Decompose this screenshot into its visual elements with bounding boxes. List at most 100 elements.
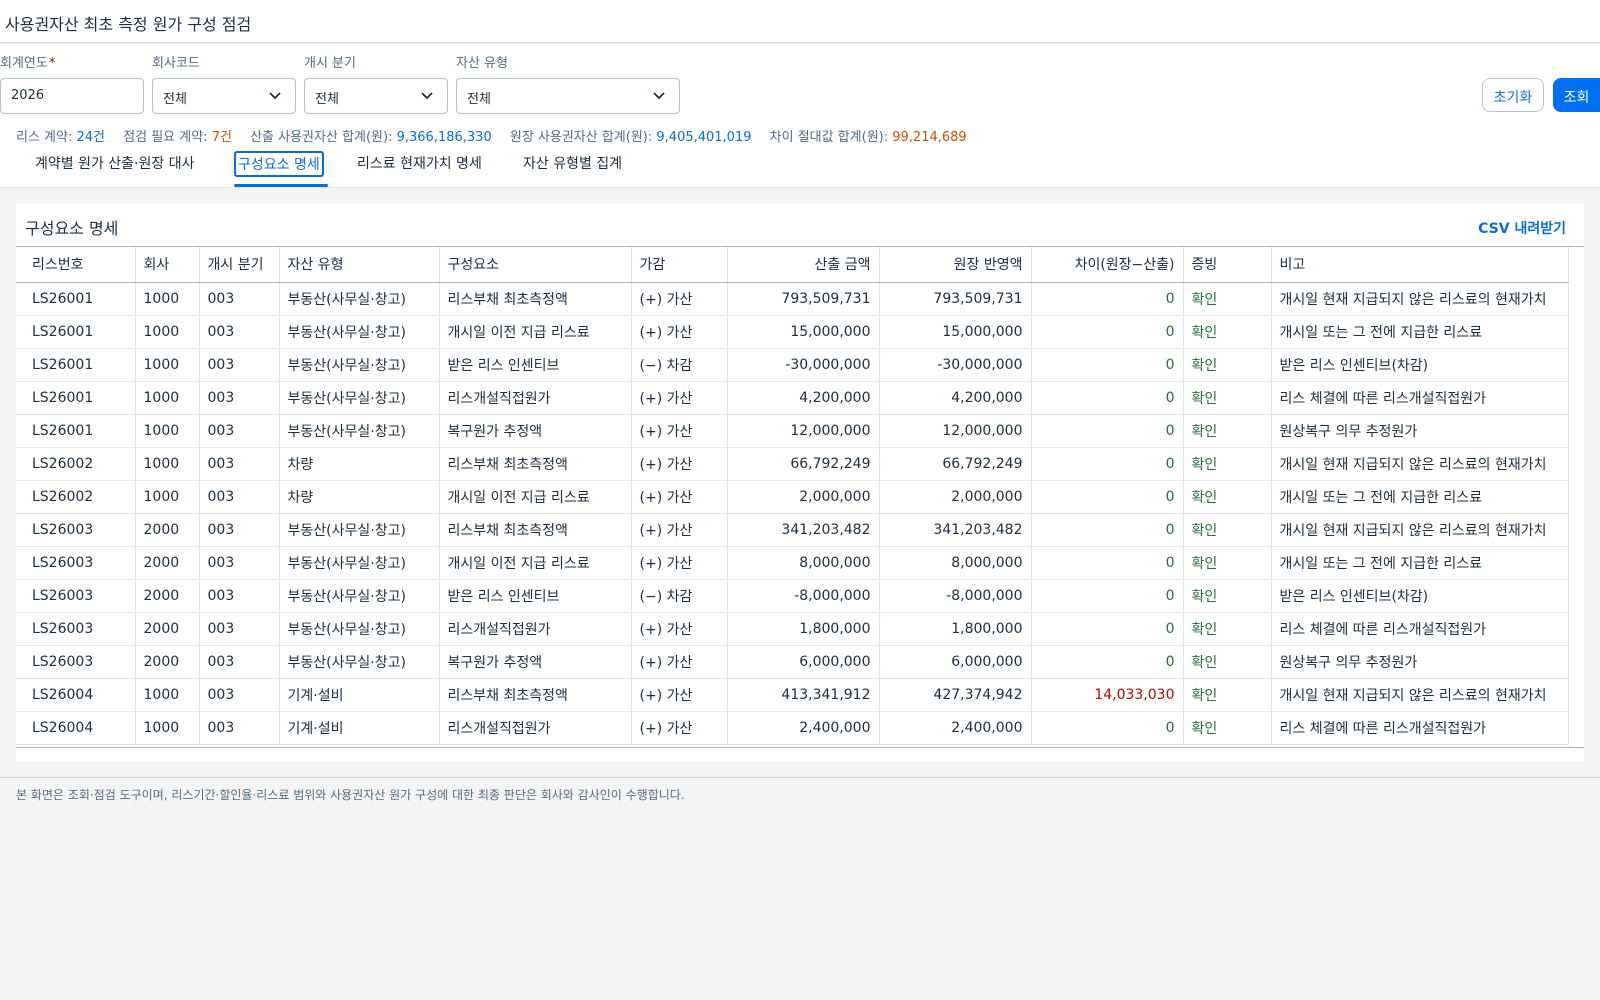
title-bar: 사용권자산 최초 측정 원가 구성 점검 — [0, 0, 1600, 43]
cell-sign: (−) 차감 — [631, 348, 728, 382]
col-header-lease-no[interactable]: 리스번호 — [16, 247, 136, 283]
tab-contract-reconciliation[interactable]: 계약별 원가 산출·원장 대사 — [35, 153, 194, 173]
cell-diff-amount: 0 — [1031, 513, 1184, 547]
table-row[interactable]: LS26001 1000 003 부동산(사무실·창고) 받은 리스 인센티브 (−) 차… — [16, 348, 1569, 382]
cell-computed-amount: 8,000,000 — [727, 546, 880, 580]
table-row[interactable]: LS26003 2000 003 부동산(사무실·창고) 리스부채 최초측정액 (+) 가… — [16, 513, 1569, 547]
cell-evidence: 확인 — [1183, 381, 1272, 415]
cell-quarter: 003 — [199, 282, 280, 316]
table-row[interactable]: LS26003 2000 003 부동산(사무실·창고) 개시일 이전 지급 리스료 (+… — [16, 546, 1569, 580]
filter-asset-type-label: 자산 유형 — [456, 56, 508, 71]
cell-company: 1000 — [135, 711, 200, 745]
cell-ledger-amount: 15,000,000 — [879, 315, 1032, 349]
cell-quarter: 003 — [199, 612, 280, 646]
year-input[interactable]: 2026 — [0, 78, 144, 114]
cell-lease-no: LS26003 — [16, 612, 136, 646]
col-header-computed[interactable]: 산출 금액 — [727, 247, 880, 283]
cell-asset-type: 기계·설비 — [279, 678, 440, 712]
col-header-company[interactable]: 회사 — [135, 247, 200, 283]
chevron-down-icon — [653, 92, 665, 100]
cell-component: 리스개설직접원가 — [439, 381, 632, 415]
cell-lease-no: LS26004 — [16, 711, 136, 745]
col-header-diff[interactable]: 차이(원장−산출) — [1031, 247, 1184, 283]
cell-quarter: 003 — [199, 579, 280, 613]
cell-sign: (−) 차감 — [631, 579, 728, 613]
cell-component: 리스부채 최초측정액 — [439, 513, 632, 547]
cell-asset-type: 부동산(사무실·창고) — [279, 612, 440, 646]
cell-ledger-amount: 2,000,000 — [879, 480, 1032, 514]
cell-sign: (+) 가산 — [631, 711, 728, 745]
cell-ledger-amount: 8,000,000 — [879, 546, 1032, 580]
cell-asset-type: 차량 — [279, 480, 440, 514]
cell-asset-type: 부동산(사무실·창고) — [279, 414, 440, 448]
col-header-ledger[interactable]: 원장 반영액 — [879, 247, 1032, 283]
table-row[interactable]: LS26002 1000 003 차량 리스부채 최초측정액 (+) 가산 66,792,2… — [16, 447, 1569, 481]
cell-evidence: 확인 — [1183, 711, 1272, 745]
cell-evidence: 확인 — [1183, 414, 1272, 448]
footer-note: 본 화면은 조회·점검 도구이며, 리스기간·할인율·리스료 범위와 사용권자산… — [0, 777, 1600, 811]
col-header-quarter[interactable]: 개시 분기 — [199, 247, 280, 283]
company-select-value: 전체 — [163, 92, 187, 107]
cell-company: 1000 — [135, 282, 200, 316]
cell-diff-amount: 0 — [1031, 381, 1184, 415]
cell-quarter: 003 — [199, 480, 280, 514]
cell-ledger-amount: -8,000,000 — [879, 579, 1032, 613]
cell-evidence: 확인 — [1183, 513, 1272, 547]
chevron-down-icon — [269, 92, 281, 100]
summary-contracts: 리스 계약: 24건 — [16, 130, 106, 145]
cell-note: 리스 체결에 따른 리스개설직접원가 — [1271, 381, 1569, 415]
cell-ledger-amount: 2,400,000 — [879, 711, 1032, 745]
cell-note: 개시일 현재 지급되지 않은 리스료의 현재가치 — [1271, 513, 1569, 547]
tab-lease-pv-detail[interactable]: 리스료 현재가치 명세 — [357, 153, 482, 173]
cell-sign: (+) 가산 — [631, 414, 728, 448]
col-header-evidence[interactable]: 증빙 — [1183, 247, 1272, 283]
cell-evidence: 확인 — [1183, 579, 1272, 613]
col-header-component[interactable]: 구성요소 — [439, 247, 632, 283]
cell-evidence: 확인 — [1183, 546, 1272, 580]
cell-component: 복구원가 추정액 — [439, 645, 632, 679]
cell-note: 개시일 또는 그 전에 지급한 리스료 — [1271, 315, 1569, 349]
component-table-wrapper[interactable]: 리스번호 회사 개시 분기 자산 유형 구성요소 가감 산출 금액 원장 반영액… — [16, 246, 1584, 748]
cell-evidence: 확인 — [1183, 480, 1272, 514]
table-row[interactable]: LS26004 1000 003 기계·설비 리스개설직접원가 (+) 가산 2,400,0… — [16, 711, 1569, 745]
csv-download-link[interactable]: CSV 내려받기 — [1478, 218, 1566, 238]
col-header-sign[interactable]: 가감 — [631, 247, 728, 283]
table-row[interactable]: LS26001 1000 003 부동산(사무실·창고) 리스부채 최초측정액 (+) 가… — [16, 282, 1569, 316]
quarter-select[interactable]: 전체 — [304, 78, 448, 114]
cell-quarter: 003 — [199, 513, 280, 547]
table-row[interactable]: LS26002 1000 003 차량 개시일 이전 지급 리스료 (+) 가산 2,000… — [16, 480, 1569, 514]
cell-sign: (+) 가산 — [631, 513, 728, 547]
table-row[interactable]: LS26003 2000 003 부동산(사무실·창고) 리스개설직접원가 (+) 가산 1… — [16, 612, 1569, 646]
cell-quarter: 003 — [199, 546, 280, 580]
cell-note: 개시일 현재 지급되지 않은 리스료의 현재가치 — [1271, 678, 1569, 712]
cell-evidence: 확인 — [1183, 678, 1272, 712]
table-row[interactable]: LS26003 2000 003 부동산(사무실·창고) 복구원가 추정액 (+) 가산 6… — [16, 645, 1569, 679]
table-row[interactable]: LS26001 1000 003 부동산(사무실·창고) 리스개설직접원가 (+) 가산 4… — [16, 381, 1569, 415]
table-row[interactable]: LS26003 2000 003 부동산(사무실·창고) 받은 리스 인센티브 (−) 차… — [16, 579, 1569, 613]
tab-bar: 계약별 원가 산출·원장 대사 구성요소 명세 리스료 현재가치 명세 자산 유… — [0, 144, 1600, 188]
cell-quarter: 003 — [199, 447, 280, 481]
tab-asset-type-summary[interactable]: 자산 유형별 집계 — [523, 153, 622, 173]
cell-sign: (+) 가산 — [631, 447, 728, 481]
component-table: 리스번호 회사 개시 분기 자산 유형 구성요소 가감 산출 금액 원장 반영액… — [16, 247, 1569, 745]
table-row[interactable]: LS26001 1000 003 부동산(사무실·창고) 복구원가 추정액 (+) 가산 1… — [16, 414, 1569, 448]
cell-ledger-amount: 793,509,731 — [879, 282, 1032, 316]
cell-component: 리스부채 최초측정액 — [439, 282, 632, 316]
company-select[interactable]: 전체 — [152, 78, 296, 114]
component-detail-panel: 구성요소 명세 CSV 내려받기 리스번호 회사 개시 분기 자산 유형 구성요… — [16, 204, 1584, 761]
asset-type-select[interactable]: 전체 — [456, 78, 680, 114]
cell-computed-amount: 4,200,000 — [727, 381, 880, 415]
col-header-note[interactable]: 비고 — [1271, 247, 1569, 283]
tab-component-detail[interactable]: 구성요소 명세 — [234, 151, 324, 177]
cell-note: 리스 체결에 따른 리스개설직접원가 — [1271, 612, 1569, 646]
col-header-asset-type[interactable]: 자산 유형 — [279, 247, 440, 283]
reset-button[interactable]: 초기화 — [1482, 78, 1544, 112]
search-button[interactable]: 조회 — [1553, 78, 1600, 112]
table-row[interactable]: LS26004 1000 003 기계·설비 리스부채 최초측정액 (+) 가산 413,3… — [16, 678, 1569, 712]
filter-company: 회사코드 — [152, 52, 200, 71]
cell-component: 개시일 이전 지급 리스료 — [439, 546, 632, 580]
cell-quarter: 003 — [199, 315, 280, 349]
table-row[interactable]: LS26001 1000 003 부동산(사무실·창고) 개시일 이전 지급 리스료 (+… — [16, 315, 1569, 349]
cell-sign: (+) 가산 — [631, 678, 728, 712]
cell-company: 1000 — [135, 315, 200, 349]
